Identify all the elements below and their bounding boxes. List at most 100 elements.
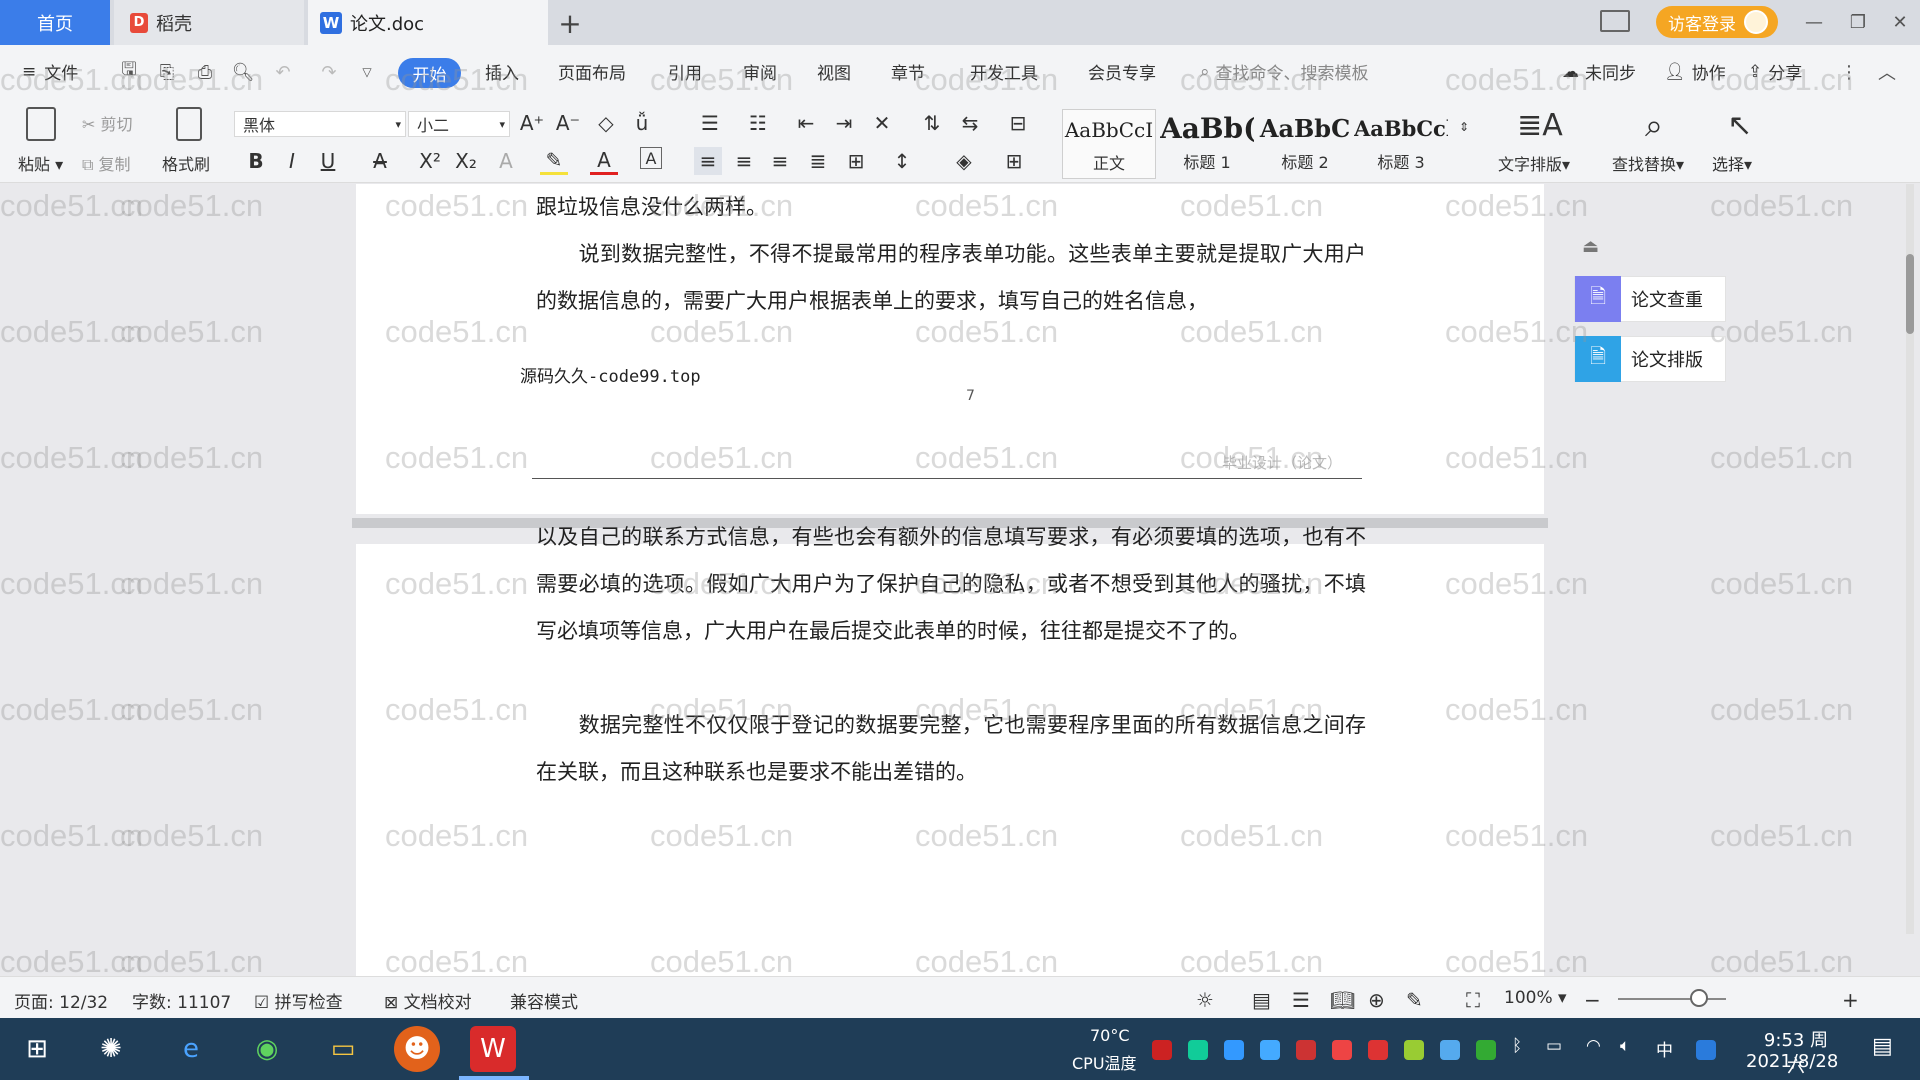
- line-spacing-icon[interactable]: ↕: [888, 147, 916, 175]
- file-menu[interactable]: ≡ 文件: [22, 59, 78, 85]
- underline-icon[interactable]: U: [314, 147, 342, 175]
- tab-home[interactable]: 首页: [0, 0, 110, 45]
- borders-icon[interactable]: ⊞: [1000, 147, 1028, 175]
- page-indicator[interactable]: 页面: 12/32: [14, 988, 108, 1013]
- copy-button[interactable]: ⧉ 复制: [82, 151, 131, 175]
- file-explorer-icon[interactable]: ▭: [320, 1026, 366, 1072]
- browser-360-icon[interactable]: ◉: [244, 1026, 290, 1072]
- format-painter-icon[interactable]: [176, 107, 202, 141]
- bluetooth-icon[interactable]: ᛒ: [1512, 1036, 1522, 1056]
- format-painter-button[interactable]: 格式刷: [162, 151, 210, 175]
- superscript-icon[interactable]: X²: [416, 147, 444, 175]
- document-area[interactable]: 跟垃圾信息没什么两样。 说到数据完整性，不得不提最常用的程序表单功能。这些表单主…: [0, 184, 1920, 976]
- menu-review[interactable]: 审阅: [743, 59, 777, 84]
- font-name-select[interactable]: 黑体 ▾: [234, 111, 406, 137]
- strikethrough-icon[interactable]: A: [366, 147, 394, 175]
- zoom-slider[interactable]: [1618, 998, 1726, 1000]
- paper-layout-button[interactable]: 🗎 论文排版: [1574, 336, 1726, 382]
- tray-app-icon[interactable]: [1152, 1040, 1172, 1060]
- redo-icon[interactable]: ↷: [318, 61, 340, 83]
- zoom-level[interactable]: 100% ▾: [1504, 988, 1567, 1008]
- increase-indent-icon[interactable]: ⇥: [830, 109, 858, 137]
- highlight-icon[interactable]: ✎: [540, 147, 568, 175]
- style-normal[interactable]: AaBbCcI 正文: [1062, 109, 1156, 179]
- font-size-select[interactable]: 小二 ▾: [408, 111, 510, 137]
- style-heading-1[interactable]: AaBb( 标题 1: [1160, 109, 1254, 179]
- tray-app-icon[interactable]: [1224, 1040, 1244, 1060]
- reading-view-icon[interactable]: 📖︎: [1330, 988, 1355, 1012]
- command-search[interactable]: ⌕ 查找命令、搜索模板: [1200, 59, 1369, 85]
- menu-start[interactable]: 开始: [398, 58, 461, 88]
- sort-icon[interactable]: ⇅: [918, 109, 946, 137]
- more-icon[interactable]: ⋮: [1838, 61, 1860, 83]
- paste-icon[interactable]: [26, 107, 56, 141]
- menu-view[interactable]: 视图: [817, 59, 851, 84]
- find-replace-button[interactable]: 查找替换▾: [1612, 151, 1684, 175]
- menu-chapter[interactable]: 章节: [891, 59, 925, 84]
- menu-references[interactable]: 引用: [668, 59, 702, 84]
- select-button[interactable]: 选择▾: [1712, 151, 1752, 175]
- fit-page-icon[interactable]: ⛶: [1466, 988, 1480, 1012]
- tray-app-icon[interactable]: [1440, 1040, 1460, 1060]
- windows-start-icon[interactable]: ⊞: [14, 1026, 60, 1072]
- align-right-icon[interactable]: ≡: [766, 147, 794, 175]
- eye-protection-icon[interactable]: ☼: [1196, 988, 1214, 1012]
- tray-app-icon[interactable]: [1476, 1040, 1496, 1060]
- page-13[interactable]: 毕业设计（论文） 以及自己的联系方式信息，有些也会有额外的信息填写要求，有必须要…: [356, 454, 1544, 976]
- char-border-icon[interactable]: A: [640, 147, 662, 169]
- page-12-top[interactable]: 跟垃圾信息没什么两样。 说到数据完整性，不得不提最常用的程序表单功能。这些表单主…: [356, 184, 1544, 514]
- minimize-icon[interactable]: —: [1796, 6, 1832, 38]
- share-button[interactable]: ⇪ 分享: [1748, 59, 1802, 85]
- new-tab-button[interactable]: +: [553, 6, 587, 40]
- fan-app-icon[interactable]: ✺: [88, 1026, 134, 1072]
- show-marks-icon[interactable]: ⇆: [956, 109, 984, 137]
- paper-check-button[interactable]: 🗎 论文查重: [1574, 276, 1726, 322]
- align-center-icon[interactable]: ≡: [730, 147, 758, 175]
- numbered-list-icon[interactable]: ☷: [744, 109, 772, 137]
- close-icon[interactable]: ✕: [1882, 6, 1918, 38]
- volume-icon[interactable]: 🔈︎: [1620, 1036, 1630, 1056]
- save-icon[interactable]: 🖫: [118, 59, 140, 83]
- align-left-icon[interactable]: ≡: [694, 147, 722, 175]
- subscript-icon[interactable]: X₂: [452, 147, 480, 175]
- clock-date[interactable]: 2021/8/28: [1746, 1051, 1838, 1072]
- italic-icon[interactable]: I: [278, 147, 306, 175]
- chinese-layout-icon[interactable]: ✕: [868, 109, 896, 137]
- bold-icon[interactable]: B: [242, 147, 270, 175]
- game-app-icon[interactable]: ☻: [394, 1026, 440, 1072]
- tray-app-icon[interactable]: [1188, 1040, 1208, 1060]
- paste-button[interactable]: 粘贴 ▾: [18, 151, 63, 175]
- wps-app-icon[interactable]: W: [470, 1026, 516, 1072]
- output-pdf-icon[interactable]: ⎘: [156, 61, 178, 83]
- notification-icon[interactable]: ▤: [1872, 1034, 1893, 1059]
- spell-check-button[interactable]: ☑ 拼写检查: [254, 988, 343, 1013]
- tab-document[interactable]: W 论文.doc: [308, 0, 548, 45]
- guest-login-button[interactable]: 访客登录: [1656, 6, 1778, 38]
- quick-access-dropdown-icon[interactable]: ▽: [356, 61, 378, 83]
- page-view-icon[interactable]: ▤: [1252, 988, 1271, 1012]
- tray-app-icon[interactable]: [1332, 1040, 1352, 1060]
- ruler-icon[interactable]: ⊟: [1004, 109, 1032, 137]
- menu-insert[interactable]: 插入: [485, 59, 519, 84]
- battery-icon[interactable]: ▭: [1546, 1036, 1562, 1056]
- zoom-out-icon[interactable]: −: [1584, 988, 1601, 1012]
- ie-browser-icon[interactable]: e: [168, 1026, 214, 1072]
- grow-font-icon[interactable]: A⁺: [518, 109, 546, 137]
- word-count[interactable]: 字数: 11107: [132, 988, 231, 1013]
- qq-icon[interactable]: [1696, 1040, 1716, 1060]
- justify-icon[interactable]: ≣: [804, 147, 832, 175]
- font-color-icon[interactable]: A: [590, 147, 618, 175]
- wifi-icon[interactable]: ◠: [1586, 1036, 1601, 1056]
- panel-collapse-icon[interactable]: ⏏: [1582, 236, 1604, 258]
- clear-format-icon[interactable]: ◇: [592, 109, 620, 137]
- bullet-list-icon[interactable]: ☰: [696, 109, 724, 137]
- doc-proof-button[interactable]: ⊠ 文档校对: [384, 988, 472, 1013]
- tray-app-icon[interactable]: [1368, 1040, 1388, 1060]
- decrease-indent-icon[interactable]: ⇤: [792, 109, 820, 137]
- shading-icon[interactable]: ◈: [950, 147, 978, 175]
- undo-icon[interactable]: ↶: [272, 61, 294, 83]
- ime-indicator[interactable]: 中: [1656, 1036, 1673, 1061]
- menu-page-layout[interactable]: 页面布局: [558, 59, 626, 84]
- sync-button[interactable]: ☁ 未同步: [1562, 59, 1636, 85]
- style-gallery-scroll-icon[interactable]: ⇕: [1450, 113, 1478, 141]
